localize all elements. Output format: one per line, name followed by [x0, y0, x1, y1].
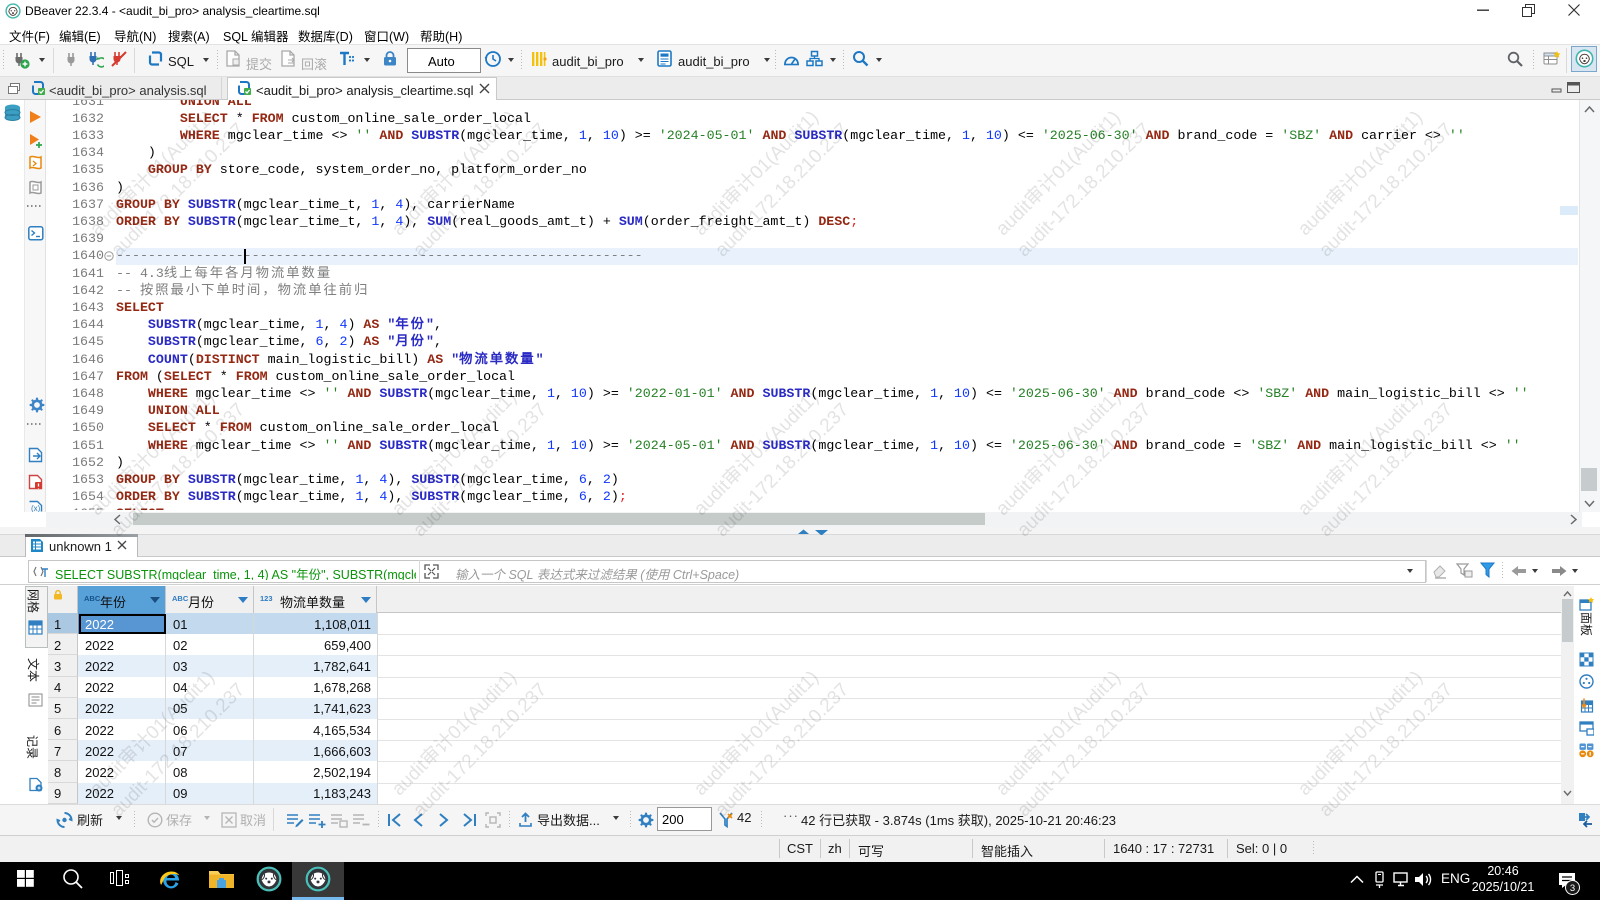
svg-text:(x): (x) — [31, 504, 41, 512]
svg-text:3: 3 — [1570, 883, 1575, 894]
